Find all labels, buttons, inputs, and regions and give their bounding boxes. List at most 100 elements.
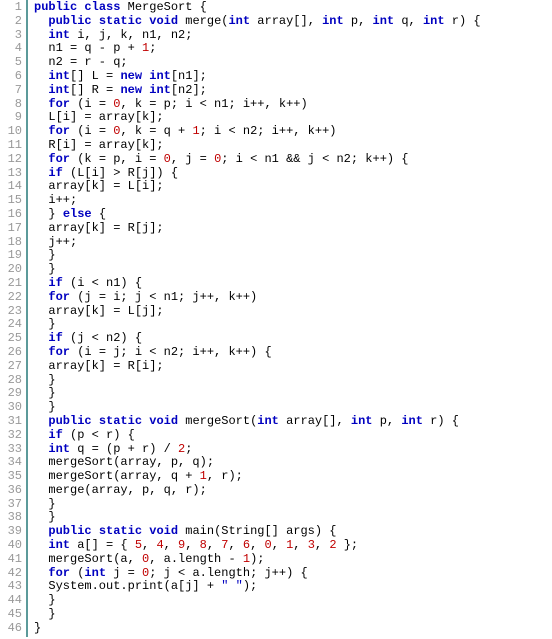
code-text: mergeSort( [178, 414, 257, 428]
code-text: (L[i] > R[j]) { [63, 166, 178, 180]
code-line: int i, j, k, n1, n2; [34, 29, 481, 43]
line-number: 45 [2, 608, 22, 622]
code-line: } [34, 249, 481, 263]
keyword: int [322, 14, 344, 28]
code-text: , a.length - [149, 552, 243, 566]
code-text: q, [394, 14, 423, 28]
line-number: 32 [2, 429, 22, 443]
code-text [34, 290, 48, 304]
code-text: r) { [445, 14, 481, 28]
keyword: for [48, 345, 70, 359]
keyword: for [48, 97, 70, 111]
line-number: 24 [2, 318, 22, 332]
keyword: public [34, 0, 77, 14]
code-text: } [34, 497, 56, 511]
keyword: public [48, 414, 91, 428]
code-text: } [34, 607, 56, 621]
code-text [34, 345, 48, 359]
line-number: 46 [2, 622, 22, 636]
code-text: j++; [34, 235, 77, 249]
code-text: ); [250, 552, 264, 566]
code-text: , [207, 538, 221, 552]
code-line: } [34, 401, 481, 415]
line-number: 8 [2, 98, 22, 112]
code-text [34, 428, 48, 442]
code-line: merge(array, p, q, r); [34, 484, 481, 498]
code-editor: 1234567891011121314151617181920212223242… [0, 0, 552, 637]
code-text: [] L = [70, 69, 120, 83]
code-line: array[k] = R[j]; [34, 222, 481, 236]
code-text: array[], [250, 14, 322, 28]
code-text: } [34, 593, 56, 607]
code-line: R[i] = array[k]; [34, 139, 481, 153]
line-number: 25 [2, 332, 22, 346]
code-text: System.out.print(a[j] + [34, 579, 221, 593]
keyword: int [228, 14, 250, 28]
code-line: if (L[i] > R[j]) { [34, 167, 481, 181]
line-number: 43 [2, 580, 22, 594]
number-literal: 1 [200, 469, 207, 483]
code-line: if (p < r) { [34, 429, 481, 443]
number-literal: 4 [156, 538, 163, 552]
code-text: p, [373, 414, 402, 428]
number-literal: 1 [192, 124, 199, 138]
line-number: 20 [2, 263, 22, 277]
line-number: 27 [2, 360, 22, 374]
code-text [92, 14, 99, 28]
code-text: , [142, 538, 156, 552]
code-line: int a[] = { 5, 4, 9, 8, 7, 6, 0, 1, 3, 2… [34, 539, 481, 553]
code-text [34, 524, 48, 538]
code-line: L[i] = array[k]; [34, 111, 481, 125]
keyword: static [99, 524, 142, 538]
keyword: int [48, 69, 70, 83]
code-line: mergeSort(array, p, q); [34, 456, 481, 470]
code-text: main(String[] args) { [178, 524, 336, 538]
code-line: int[] R = new int[n2]; [34, 84, 481, 98]
code-line: i++; [34, 194, 481, 208]
code-text: , [185, 538, 199, 552]
code-text: , [164, 538, 178, 552]
code-text: , [315, 538, 329, 552]
keyword: void [149, 414, 178, 428]
number-literal: 0 [264, 538, 271, 552]
keyword: int [48, 83, 70, 97]
code-text [34, 331, 48, 345]
keyword: for [48, 290, 70, 304]
keyword: int [351, 414, 373, 428]
code-text: } [34, 248, 56, 262]
code-text [34, 28, 48, 42]
code-text: j = [106, 566, 142, 580]
code-text: mergeSort(array, q + [34, 469, 200, 483]
code-text: (j = i; j < n1; j++, k++) [70, 290, 257, 304]
code-text: (i < n1) { [63, 276, 142, 290]
code-text: p, [344, 14, 373, 28]
code-text: (k = p, i = [70, 152, 164, 166]
code-line: } [34, 318, 481, 332]
keyword: int [401, 414, 423, 428]
line-number: 38 [2, 511, 22, 525]
keyword: new [120, 69, 142, 83]
keyword: int [48, 442, 70, 456]
code-text: } [34, 400, 56, 414]
keyword: if [48, 428, 62, 442]
code-text: (i = [70, 124, 113, 138]
number-literal: 8 [200, 538, 207, 552]
line-number: 31 [2, 415, 22, 429]
line-number: 17 [2, 222, 22, 236]
number-literal: 5 [135, 538, 142, 552]
code-text: (i = j; i < n2; i++, k++) { [70, 345, 272, 359]
line-number: 16 [2, 208, 22, 222]
keyword: for [48, 124, 70, 138]
line-number: 40 [2, 539, 22, 553]
code-text: merge(array, p, q, r); [34, 483, 207, 497]
keyword: for [48, 152, 70, 166]
code-line: array[k] = L[j]; [34, 305, 481, 319]
line-number: 4 [2, 42, 22, 56]
keyword: static [99, 14, 142, 28]
code-text: i++; [34, 193, 77, 207]
code-text: } [34, 386, 56, 400]
number-literal: 2 [329, 538, 336, 552]
line-number: 10 [2, 125, 22, 139]
line-number: 23 [2, 305, 22, 319]
code-line: n1 = q - p + 1; [34, 42, 481, 56]
